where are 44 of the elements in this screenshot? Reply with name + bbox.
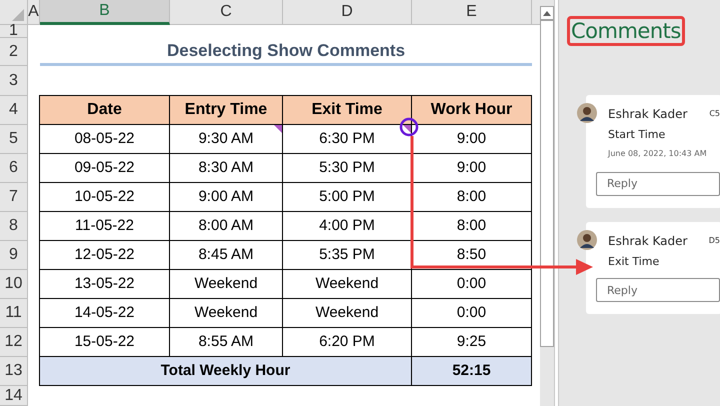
comment-text: Start Time [608, 127, 666, 143]
row-header[interactable]: 13 [0, 357, 28, 386]
comment-timestamp: June 08, 2022, 10:43 AM [608, 148, 708, 160]
column-header[interactable]: B [40, 0, 170, 25]
row-header[interactable]: 3 [0, 66, 28, 96]
row-header[interactable]: 1 [0, 25, 28, 38]
row-header[interactable]: 6 [0, 154, 28, 183]
comment-author: Eshrak Kader [608, 106, 688, 123]
row-header[interactable]: 8 [0, 212, 28, 241]
reply-field[interactable]: Reply [596, 172, 720, 196]
row-header[interactable]: 12 [0, 328, 28, 357]
row-header[interactable]: 14 [0, 386, 28, 406]
cell-reference: D5 [708, 234, 720, 246]
total-label: Total Weekly Hour [39, 356, 412, 386]
column-header[interactable]: A [28, 0, 40, 25]
avatar-icon [577, 230, 597, 250]
scrollbar-thumb[interactable] [540, 20, 554, 347]
scroll-up-button[interactable] [540, 6, 554, 20]
column-heading: Exit Time [282, 95, 412, 125]
column-header[interactable]: C [170, 0, 283, 25]
column-header[interactable]: D [283, 0, 412, 25]
caret-up-icon [543, 10, 551, 16]
highlight-circle [400, 118, 418, 136]
select-all-corner[interactable] [0, 0, 28, 25]
row-header[interactable]: 11 [0, 299, 28, 328]
row-header[interactable]: 7 [0, 183, 28, 212]
reply-field[interactable]: Reply [596, 278, 720, 302]
column-heading: Work Hour [411, 95, 532, 125]
corner-triangle-icon [12, 9, 24, 21]
comment-author: Eshrak Kader [608, 232, 688, 250]
column-header[interactable]: E [412, 0, 532, 25]
row-header[interactable]: 2 [0, 38, 28, 66]
cell-reference: C5 [709, 108, 720, 120]
row-header[interactable]: 10 [0, 270, 28, 299]
row-header[interactable]: 4 [0, 96, 28, 125]
comment-text: Exit Time [608, 254, 660, 270]
avatar-icon [577, 103, 597, 123]
total-value: 52:15 [411, 356, 532, 386]
column-heading: Date [39, 95, 170, 125]
column-heading: Entry Time [169, 95, 283, 125]
sheet-title: Deselecting Show Comments [40, 38, 532, 66]
row-header[interactable]: 5 [0, 125, 28, 154]
comments-pane-title: Comments [567, 16, 685, 46]
row-header[interactable]: 9 [0, 241, 28, 270]
